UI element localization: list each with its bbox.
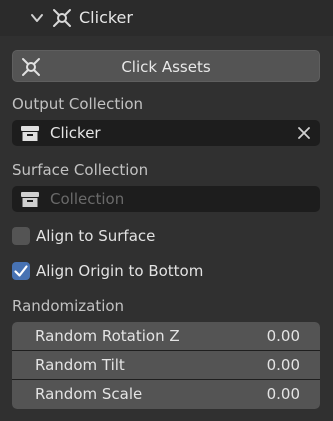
align-origin-bottom-option[interactable]: Align Origin to Bottom xyxy=(12,260,212,282)
random-tilt-field[interactable]: Random Tilt 0.00 xyxy=(12,351,320,379)
random-tilt-label: Random Tilt xyxy=(35,356,125,374)
output-collection-label: Output Collection xyxy=(12,95,144,113)
align-to-surface-checkbox[interactable] xyxy=(12,227,30,245)
randomization-label: Randomization xyxy=(12,297,125,315)
random-scale-value: 0.00 xyxy=(266,385,300,403)
align-to-surface-label: Align to Surface xyxy=(36,227,156,245)
panel-header[interactable]: Clicker xyxy=(0,0,333,36)
crosshair-plug-icon xyxy=(53,9,71,27)
random-rotation-z-field[interactable]: Random Rotation Z 0.00 xyxy=(12,322,320,350)
random-rotation-z-value: 0.00 xyxy=(266,327,300,345)
surface-collection-placeholder: Collection xyxy=(50,190,125,208)
align-origin-bottom-checkbox[interactable] xyxy=(12,262,30,280)
surface-collection-label: Surface Collection xyxy=(12,161,149,179)
output-collection-value: Clicker xyxy=(50,124,101,142)
random-rotation-z-label: Random Rotation Z xyxy=(35,327,180,345)
random-scale-label: Random Scale xyxy=(35,385,143,403)
random-tilt-value: 0.00 xyxy=(266,356,300,374)
surface-collection-field[interactable]: Collection xyxy=(12,186,320,212)
random-scale-field[interactable]: Random Scale 0.00 xyxy=(12,380,320,409)
click-assets-label: Click Assets xyxy=(121,58,211,76)
collection-box-icon xyxy=(21,192,39,207)
clicker-panel: Clicker Click Assets Output Collection C… xyxy=(0,0,333,421)
close-icon[interactable] xyxy=(296,125,312,141)
output-collection-field[interactable]: Clicker xyxy=(12,120,320,146)
randomization-group: Random Rotation Z 0.00 Random Tilt 0.00 … xyxy=(12,322,320,409)
align-to-surface-option[interactable]: Align to Surface xyxy=(12,225,172,247)
panel-title: Clicker xyxy=(79,8,133,27)
collection-box-icon xyxy=(21,126,39,141)
chevron-down-icon[interactable] xyxy=(30,11,44,25)
click-assets-button[interactable]: Click Assets xyxy=(12,50,320,82)
checkmark-icon xyxy=(14,265,28,277)
align-origin-bottom-label: Align Origin to Bottom xyxy=(36,262,204,280)
